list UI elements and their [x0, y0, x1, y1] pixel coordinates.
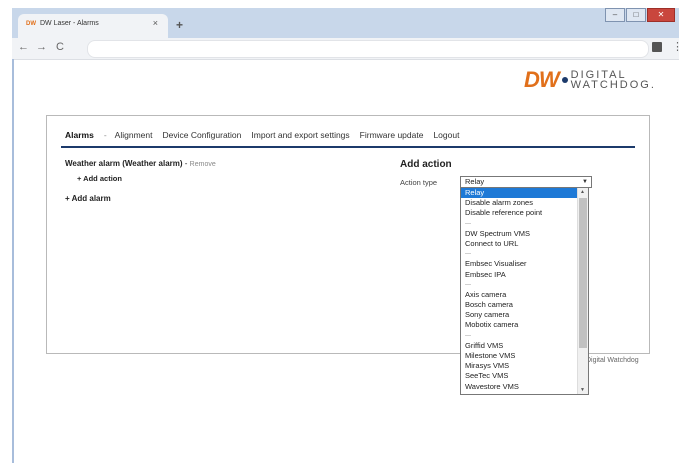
dropdown-options: Relay Disable alarm zones Disable referenc… [461, 188, 577, 392]
dropdown-option[interactable]: Axis camera [461, 290, 577, 300]
dropdown-option[interactable]: Mobotix camera [461, 320, 577, 330]
tab-title: DW Laser - Alarms [40, 20, 99, 27]
close-window-button[interactable]: ✕ [647, 8, 675, 22]
address-bar[interactable] [87, 40, 649, 58]
chevron-down-icon: ▼ [582, 179, 588, 185]
dropdown-separator: --- [465, 281, 471, 288]
browser-menu-icon[interactable]: ⋮ [672, 40, 679, 53]
alarm-dash: - [184, 159, 188, 168]
logo-mark: DW [524, 67, 560, 92]
nav-underline [61, 146, 635, 148]
main-nav: Alarms - Alignment Device Configuration … [65, 130, 469, 140]
dropdown-option[interactable]: DW Spectrum VMS [461, 229, 577, 239]
dropdown-option[interactable]: Relay [461, 188, 577, 199]
dropdown-option[interactable]: Embsec IPA [461, 270, 577, 280]
tab-import-export[interactable]: Import and export settings [251, 130, 349, 140]
action-type-dropdown[interactable]: Relay Disable alarm zones Disable referenc… [460, 187, 589, 395]
browser-tab[interactable]: DW DW Laser - Alarms × [18, 14, 168, 38]
minimize-button[interactable]: – [605, 8, 625, 22]
window-left-edge [12, 59, 14, 463]
scroll-up-icon[interactable]: ▲ [580, 189, 585, 195]
footer-credit: Digital Watchdog [586, 357, 639, 364]
tab-device-configuration[interactable]: Device Configuration [162, 130, 241, 140]
tab-favicon-icon: DW [26, 21, 36, 27]
browser-toolbar: ← → C ⋮ [12, 38, 679, 60]
tab-alarms[interactable]: Alarms [65, 130, 94, 140]
maximize-button[interactable]: □ [626, 8, 646, 22]
dropdown-separator: --- [465, 332, 471, 339]
action-type-selected-value: Relay [465, 177, 485, 186]
add-action-heading: Add action [400, 159, 452, 170]
dropdown-separator: --- [465, 220, 471, 227]
dropdown-scrollbar[interactable]: ▲ ▼ [577, 188, 588, 394]
dropdown-option[interactable]: Mirasys VMS [461, 361, 577, 371]
tab-close-icon[interactable]: × [153, 18, 158, 28]
tab-firmware-update[interactable]: Firmware update [360, 130, 424, 140]
remove-alarm-link[interactable]: Remove [190, 161, 216, 168]
dropdown-option[interactable]: Embsec Visualiser [461, 259, 577, 269]
reload-icon[interactable]: C [56, 41, 64, 53]
dropdown-option[interactable]: Milestone VMS [461, 351, 577, 361]
dropdown-option[interactable]: Griffid VMS [461, 341, 577, 351]
forward-arrow-icon[interactable]: → [36, 41, 47, 53]
logo-dot [561, 77, 568, 83]
scrollbar-thumb[interactable] [579, 198, 587, 348]
action-type-label: Action type [400, 178, 438, 187]
dropdown-option[interactable]: Connect to URL [461, 239, 577, 249]
logo-line2: WATCHDOG. [570, 79, 656, 91]
tab-logout[interactable]: Logout [433, 130, 459, 140]
window-controls: – □ ✕ [604, 8, 675, 22]
dropdown-option[interactable]: Bosch camera [461, 300, 577, 310]
new-tab-icon[interactable]: + [176, 18, 183, 32]
dropdown-option[interactable]: Sony camera [461, 310, 577, 320]
dropdown-option[interactable]: Wavestore VMS [461, 382, 577, 392]
dropdown-option[interactable]: Disable alarm zones [461, 198, 577, 208]
back-arrow-icon[interactable]: ← [18, 41, 29, 53]
add-alarm-link[interactable]: + Add alarm [65, 194, 111, 203]
nav-separator: - [103, 130, 107, 140]
extension-icon[interactable] [652, 42, 662, 52]
tab-alignment[interactable]: Alignment [115, 130, 153, 140]
add-action-link[interactable]: + Add action [77, 174, 122, 183]
dropdown-option[interactable]: Disable reference point [461, 208, 577, 218]
alarm-title: Weather alarm (Weather alarm) [65, 159, 183, 168]
digital-watchdog-logo: DW DIGITAL WATCHDOG. [524, 67, 656, 93]
alarm-entry: Weather alarm (Weather alarm) - Remove [65, 159, 216, 168]
scroll-down-icon[interactable]: ▼ [580, 387, 585, 393]
dropdown-option[interactable]: SeeTec VMS [461, 371, 577, 381]
dropdown-separator: --- [465, 251, 471, 258]
